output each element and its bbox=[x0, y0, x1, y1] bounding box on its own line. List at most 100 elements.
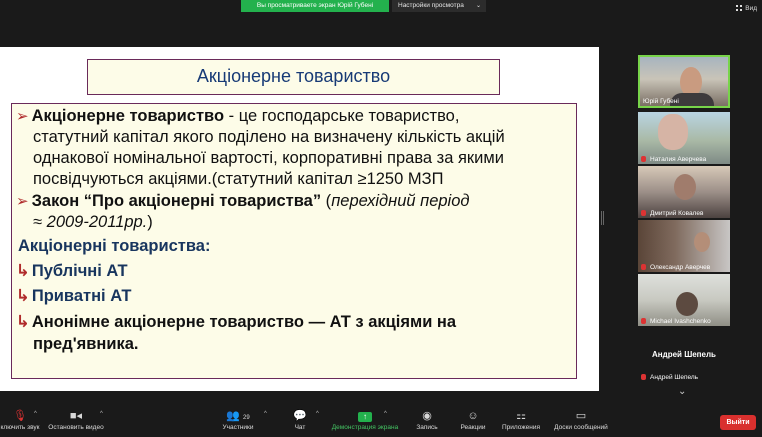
smiley-plus-icon: ☺ bbox=[467, 410, 479, 422]
muted-mic-icon bbox=[641, 318, 646, 324]
apps-icon: ⚏ bbox=[516, 410, 526, 422]
zoom-meeting-window: Вы просматриваете экран Юрій Губені Наст… bbox=[0, 0, 762, 437]
reactions-label: Реакции bbox=[460, 424, 486, 431]
whiteboard-icon: ▭ bbox=[575, 410, 587, 422]
paren-open: ( bbox=[321, 192, 332, 210]
mute-options-caret[interactable]: ^ bbox=[34, 411, 37, 417]
share-screen-button[interactable]: ↑ Демонстрация экрана bbox=[328, 407, 402, 437]
participant-name: Андрей Шепель bbox=[650, 374, 699, 381]
record-button[interactable]: ◉ Запись bbox=[412, 407, 442, 437]
share-options-caret[interactable]: ^ bbox=[384, 411, 387, 417]
type-item-anonymous-line2: пред'явника. bbox=[33, 335, 139, 353]
bullet-arrow-icon: ➢ bbox=[16, 108, 29, 125]
shared-slide: Акціонерне товариство ➢ Акціонерне товари… bbox=[0, 47, 599, 391]
panel-resize-handle[interactable] bbox=[601, 211, 604, 225]
view-options-label: Настройки просмотра bbox=[398, 2, 464, 9]
curved-arrow-icon: ↳ bbox=[16, 313, 30, 331]
type-item-public: ↳ Публічні АТ bbox=[16, 261, 128, 282]
curved-arrow-icon: ↳ bbox=[16, 262, 30, 280]
chat-options-caret[interactable]: ^ bbox=[316, 411, 319, 417]
slide-title: Акціонерне товариство bbox=[87, 59, 500, 95]
top-bar: Вы просматриваете экран Юрій Губені Наст… bbox=[0, 0, 762, 24]
chat-label: Чат bbox=[294, 424, 306, 431]
participant-display-name: Андрей Шепель bbox=[652, 350, 716, 359]
bullet-definition-line2: статутний капітал якого поділено на визн… bbox=[33, 128, 505, 146]
type-item-label: Публічні АТ bbox=[31, 262, 128, 280]
bullet-definition-line3: однакової номінальної вартості, корпорат… bbox=[33, 149, 504, 167]
participant-name: Юрій Губені bbox=[643, 98, 679, 105]
video-camera-icon: ■◂ bbox=[69, 410, 83, 422]
bullet-definition-line4: посвідчуються акціями.(статутний капітал… bbox=[33, 170, 444, 188]
participant-video bbox=[658, 114, 688, 150]
participant-name: Michael Ivashchenko bbox=[650, 318, 711, 325]
type-item-label: Анонімне акціонерне товариство — АТ з ак… bbox=[31, 313, 457, 331]
term-label: Акціонерне товариство bbox=[31, 107, 225, 125]
participants-button[interactable]: 👥 29 Участники bbox=[218, 407, 258, 437]
participants-options-caret[interactable]: ^ bbox=[264, 411, 267, 417]
muted-mic-icon bbox=[641, 374, 646, 380]
participant-tile[interactable]: Michael Ivashchenko bbox=[638, 274, 730, 326]
leave-meeting-button[interactable]: Выйти bbox=[720, 415, 756, 430]
participant-video bbox=[694, 232, 710, 252]
muted-mic-icon bbox=[641, 210, 646, 216]
participant-tile[interactable]: Андрей Шепель Андрей Шепель bbox=[638, 330, 730, 382]
whiteboards-label: Доски сообщений bbox=[554, 424, 608, 431]
share-label: Демонстрация экрана bbox=[331, 424, 399, 431]
reactions-button[interactable]: ☺ Реакции bbox=[456, 407, 490, 437]
participant-name-row: Андрей Шепель bbox=[641, 374, 698, 381]
participant-tile[interactable]: Дмитрий Ковалев bbox=[638, 166, 730, 218]
video-options-caret[interactable]: ^ bbox=[100, 411, 103, 417]
participant-name-row: Олександр Аверчев bbox=[641, 264, 710, 271]
bullet-definition-line1: ➢ Акціонерне товариство - це господарське… bbox=[16, 106, 459, 127]
participant-name: Дмитрий Ковалев bbox=[650, 210, 704, 217]
share-screen-icon: ↑ bbox=[328, 410, 402, 422]
type-item-private: ↳ Приватні АТ bbox=[16, 286, 131, 307]
chat-button[interactable]: 💬 Чат bbox=[286, 407, 314, 437]
participant-tile[interactable]: Юрій Губені bbox=[638, 55, 730, 108]
slide-content-box: ➢ Акціонерне товариство - це господарське… bbox=[11, 103, 577, 379]
participant-name: Наталия Аверчева bbox=[650, 156, 707, 163]
participant-tile[interactable]: Наталия Аверчева bbox=[638, 112, 730, 164]
record-label: Запись bbox=[416, 424, 438, 431]
apps-button[interactable]: ⚏ Приложения bbox=[498, 407, 544, 437]
participants-label: Участники bbox=[222, 424, 254, 431]
participants-icon: 👥 29 bbox=[226, 410, 250, 422]
participants-count: 29 bbox=[243, 415, 250, 421]
type-item-label: Приватні АТ bbox=[31, 287, 132, 305]
meeting-toolbar: 🎙 ключить звук ^ ■◂ Остановить видео ^ 👥… bbox=[0, 407, 762, 437]
participant-video bbox=[676, 292, 698, 316]
bullet-law-line2: ≈ 2009-2011рр.) bbox=[33, 212, 153, 233]
view-button-label: Вид bbox=[745, 5, 757, 12]
type-item-anonymous-line1: ↳ Анонімне акціонерне товариство — АТ з а… bbox=[16, 312, 456, 333]
view-options-dropdown[interactable]: Настройки просмотра ⌄ bbox=[392, 0, 486, 12]
whiteboards-button[interactable]: ▭ Доски сообщений bbox=[550, 407, 612, 437]
apps-label: Приложения bbox=[501, 424, 541, 431]
participant-name: Олександр Аверчев bbox=[650, 264, 711, 271]
grid-view-icon bbox=[736, 5, 743, 11]
curved-arrow-icon: ↳ bbox=[16, 287, 30, 305]
definition-text: - це господарське товариство, bbox=[224, 107, 460, 125]
participant-video bbox=[674, 174, 696, 200]
stop-video-button[interactable]: ■◂ Остановить видео bbox=[44, 407, 108, 437]
record-icon: ◉ bbox=[422, 410, 432, 422]
screen-share-banner: Вы просматриваете экран Юрій Губені bbox=[241, 0, 389, 12]
video-label: Остановить видео bbox=[48, 424, 104, 431]
bullet-arrow-icon: ➢ bbox=[16, 193, 29, 210]
muted-mic-icon bbox=[641, 264, 646, 270]
view-button[interactable]: Вид bbox=[736, 5, 757, 12]
chevron-down-icon: ⌄ bbox=[475, 3, 481, 9]
muted-mic-icon bbox=[641, 156, 646, 162]
chevron-down-icon[interactable]: ⌄ bbox=[678, 387, 688, 397]
participant-name-row: Наталия Аверчева bbox=[641, 156, 706, 163]
mute-label: ключить звук bbox=[0, 424, 40, 431]
paren-close: ) bbox=[147, 213, 153, 231]
participant-tile[interactable]: Олександр Аверчев bbox=[638, 220, 730, 272]
bullet-law-line1: ➢ Закон “Про акціонерні товариства” (пере… bbox=[16, 191, 470, 212]
types-heading: Акціонерні товариства: bbox=[18, 237, 211, 255]
law-title: Закон “Про акціонерні товариства” bbox=[31, 192, 322, 210]
transition-period: перехідний період bbox=[331, 192, 470, 210]
participant-name-row: Michael Ivashchenko bbox=[641, 318, 711, 325]
period-years: ≈ 2009-2011рр. bbox=[33, 213, 148, 231]
participant-name-row: Дмитрий Ковалев bbox=[641, 210, 703, 217]
chat-bubble-icon: 💬 bbox=[293, 410, 307, 422]
